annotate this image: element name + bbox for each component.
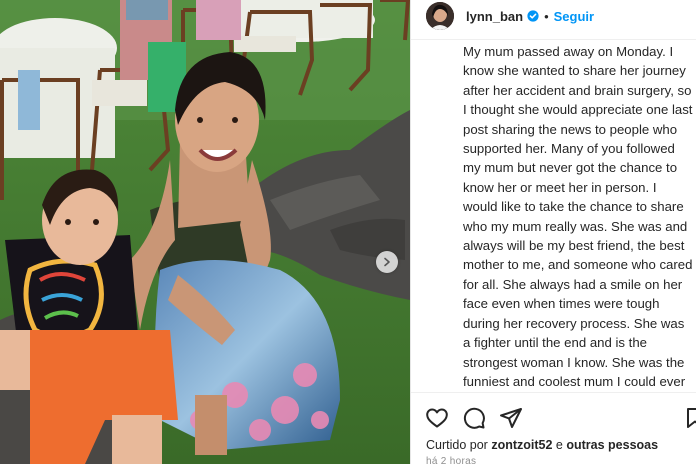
save-button[interactable]	[683, 406, 696, 430]
chevron-right-icon	[384, 257, 390, 267]
separator-dot: •	[544, 8, 549, 24]
likes-prefix: Curtido por	[426, 438, 488, 452]
post-panel: lynn_ban • Seguir My mum passed away on …	[410, 0, 696, 464]
likes-user-link[interactable]: zontzoit52	[491, 438, 552, 452]
share-button[interactable]	[499, 406, 523, 430]
bookmark-icon	[687, 408, 696, 428]
comment-button[interactable]	[462, 406, 486, 430]
username[interactable]: lynn_ban	[466, 9, 523, 24]
header-divider	[411, 39, 696, 40]
like-button[interactable]	[425, 406, 449, 430]
post-timestamp[interactable]: há 2 horas	[426, 456, 476, 464]
heart-icon	[426, 408, 448, 428]
photo-image	[0, 0, 410, 464]
share-icon	[500, 408, 522, 428]
actions-divider	[411, 392, 696, 393]
post-photo[interactable]	[0, 0, 410, 464]
avatar[interactable]	[426, 2, 454, 30]
post-caption: My mum passed away on Monday. I know she…	[463, 44, 693, 389]
likes-others-link[interactable]: outras pessoas	[566, 438, 658, 452]
follow-button[interactable]: Seguir	[554, 9, 594, 24]
likes-conjunction: e	[555, 438, 563, 452]
avatar-image	[426, 2, 454, 30]
post-header: lynn_ban • Seguir	[411, 0, 696, 32]
carousel-next-button[interactable]	[376, 251, 398, 273]
verified-badge-icon	[527, 10, 539, 22]
action-bar	[425, 406, 696, 432]
comment-icon	[463, 407, 485, 429]
likes-summary: Curtido por zontzoit52 e outras pessoas	[426, 438, 658, 452]
